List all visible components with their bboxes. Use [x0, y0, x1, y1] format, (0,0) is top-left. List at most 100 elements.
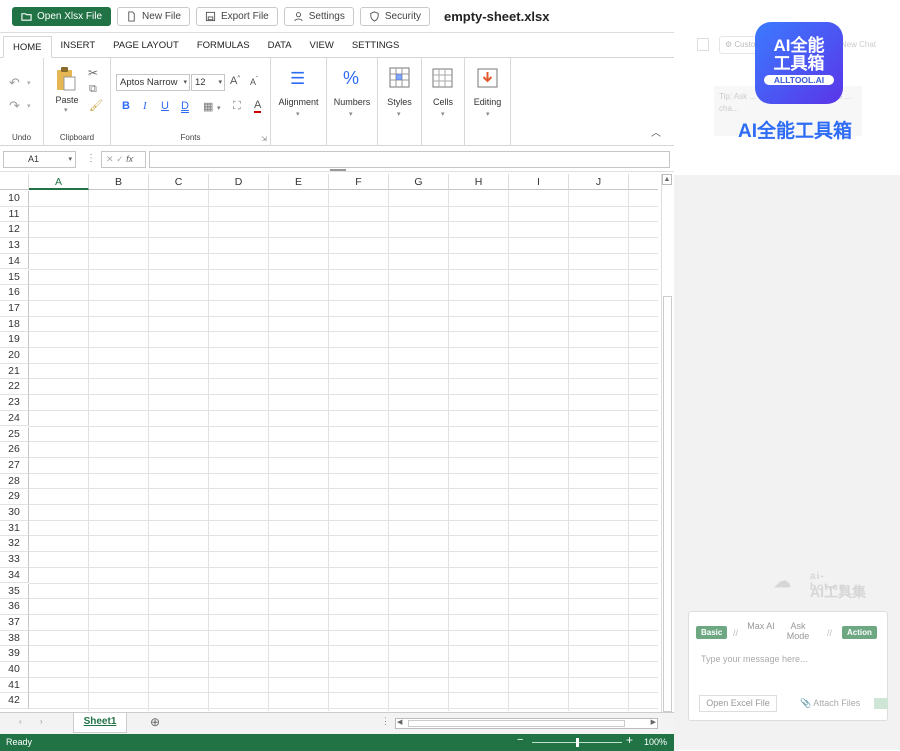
decrease-font-icon[interactable]: Aˇ — [250, 77, 258, 87]
row-header[interactable]: 12 — [0, 222, 29, 239]
row-header[interactable]: 39 — [0, 646, 29, 662]
undo-icon[interactable]: ↶ — [9, 75, 20, 91]
row-header[interactable]: 40 — [0, 662, 29, 678]
row-header[interactable]: 27 — [0, 457, 29, 474]
tab-formulas[interactable]: FORMULAS — [188, 35, 259, 57]
panel-toggle-icon[interactable] — [697, 38, 709, 51]
tab-page-layout[interactable]: PAGE LAYOUT — [104, 35, 188, 57]
fill-color-icon[interactable]: ⛶ — [233, 100, 241, 113]
row-header[interactable]: 33 — [0, 552, 29, 568]
select-all-corner[interactable] — [0, 174, 29, 190]
row-header[interactable]: 30 — [0, 505, 29, 521]
chevron-down-icon[interactable]: ▾ — [64, 106, 68, 114]
row-header[interactable]: 13 — [0, 238, 29, 254]
row-header[interactable]: 10 — [0, 191, 29, 207]
row-header[interactable]: 19 — [0, 332, 29, 348]
alignment-group[interactable]: ☰ Alignment ▾ — [271, 58, 327, 146]
styles-group[interactable]: Styles ▾ — [378, 58, 422, 146]
send-button[interactable] — [874, 698, 888, 709]
formula-input[interactable] — [149, 151, 670, 168]
column-header-partial[interactable] — [629, 174, 658, 190]
row-header[interactable]: 26 — [0, 442, 29, 458]
mode-basic[interactable]: Basic — [696, 626, 728, 639]
column-header[interactable]: G — [389, 174, 449, 190]
add-sheet-icon[interactable]: ⊕ — [150, 715, 160, 729]
chat-input[interactable]: Type your message here... — [701, 654, 808, 664]
column-header[interactable]: I — [509, 174, 569, 190]
tab-data[interactable]: DATA — [259, 35, 301, 57]
settings-button[interactable]: Settings — [283, 6, 354, 26]
chevron-down-icon[interactable]: ▾ — [27, 79, 31, 87]
numbers-group[interactable]: % Numbers ▾ — [327, 58, 378, 146]
dialog-launcher-icon[interactable]: ⇲ — [261, 135, 267, 143]
tab-insert[interactable]: INSERT — [52, 35, 105, 57]
tab-home[interactable]: HOME — [3, 36, 52, 58]
column-header[interactable]: B — [89, 174, 149, 190]
font-name-select[interactable]: Aptos Narrow ▾ — [116, 74, 190, 91]
sheet-tab-sheet1[interactable]: Sheet1 — [73, 713, 127, 733]
row-header[interactable]: 24 — [0, 410, 29, 427]
function-box[interactable]: ✕ ✓ fx — [101, 151, 146, 168]
column-header[interactable]: C — [149, 174, 209, 190]
more-icon[interactable]: ⋮ — [86, 153, 96, 164]
font-size-select[interactable]: 12 ▾ — [191, 74, 225, 91]
row-header[interactable]: 11 — [0, 206, 29, 223]
column-header[interactable]: H — [449, 174, 509, 190]
column-header[interactable]: F — [329, 174, 389, 190]
zoom-in-icon[interactable]: + — [626, 733, 633, 747]
cells-group[interactable]: Cells ▾ — [422, 58, 465, 146]
horizontal-scrollbar[interactable]: ◀ ▶ — [395, 718, 658, 729]
column-header[interactable]: D — [209, 174, 269, 190]
row-header[interactable]: 35 — [0, 583, 29, 600]
row-header[interactable]: 20 — [0, 348, 29, 364]
mode-max-ai[interactable]: Max AI — [746, 621, 776, 631]
export-file-button[interactable]: Export File — [195, 6, 278, 26]
copy-icon[interactable]: ⧉ — [89, 83, 97, 96]
name-box[interactable]: A1 ▾ — [3, 151, 76, 168]
open-xlsx-button[interactable]: Open Xlsx File — [12, 6, 112, 26]
scroll-up-icon[interactable]: ▲ — [662, 174, 672, 185]
zoom-out-icon[interactable]: − — [517, 734, 523, 746]
borders-icon[interactable]: ▦ — [203, 100, 213, 113]
redo-icon[interactable]: ↷ — [9, 98, 20, 114]
chevron-down-icon[interactable]: ▾ — [27, 102, 31, 110]
vertical-scrollbar[interactable]: ▲ — [661, 174, 672, 714]
underline-icon[interactable]: U — [161, 100, 169, 112]
row-header[interactable]: 41 — [0, 677, 29, 694]
bold-icon[interactable]: B — [122, 100, 130, 112]
row-header[interactable]: 23 — [0, 395, 29, 411]
row-header[interactable]: 16 — [0, 285, 29, 301]
font-color-icon[interactable]: A — [254, 99, 262, 113]
mode-action[interactable]: Action — [842, 626, 877, 639]
zoom-slider[interactable] — [532, 738, 622, 747]
increase-font-icon[interactable]: A^ — [230, 75, 240, 87]
row-header[interactable]: 15 — [0, 269, 29, 286]
row-header[interactable]: 22 — [0, 379, 29, 396]
zoom-slider-knob[interactable] — [576, 738, 579, 747]
row-header[interactable]: 42 — [0, 693, 29, 710]
row-header[interactable]: 28 — [0, 473, 29, 490]
tab-settings[interactable]: SETTINGS — [343, 35, 409, 57]
row-header[interactable]: 18 — [0, 316, 29, 333]
scroll-right-icon[interactable]: ▶ — [651, 718, 656, 726]
scroll-thumb[interactable] — [663, 296, 672, 712]
mode-ask[interactable]: Ask Mode — [783, 621, 813, 641]
new-file-button[interactable]: New File — [117, 6, 190, 26]
splitter-icon[interactable]: ⋮ — [381, 716, 390, 727]
h-scroll-thumb[interactable] — [408, 720, 625, 727]
row-header[interactable]: 21 — [0, 363, 29, 380]
row-header[interactable]: 32 — [0, 536, 29, 553]
column-header[interactable]: J — [569, 174, 629, 190]
italic-icon[interactable]: I — [143, 100, 147, 112]
row-header[interactable]: 14 — [0, 253, 29, 270]
resize-handle[interactable] — [330, 169, 346, 171]
row-header[interactable]: 25 — [0, 426, 29, 443]
paste-icon[interactable] — [55, 66, 77, 92]
row-header[interactable]: 36 — [0, 599, 29, 615]
double-underline-icon[interactable]: D — [181, 100, 189, 112]
chevron-down-icon[interactable]: ▾ — [217, 104, 221, 112]
tab-view[interactable]: VIEW — [301, 35, 343, 57]
cell-grid[interactable]: A B C D E F G H I J 10 11 12 13 14 15 16 17 18 19… — [0, 174, 658, 711]
open-excel-button[interactable]: Open Excel File — [699, 695, 777, 712]
row-header[interactable]: 17 — [0, 300, 29, 317]
